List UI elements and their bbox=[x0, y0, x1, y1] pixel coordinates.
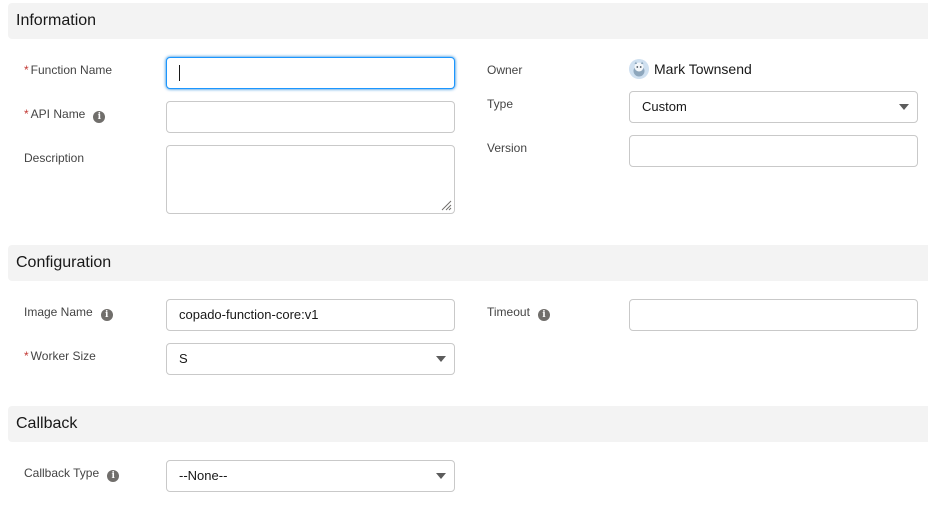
resize-handle-icon[interactable] bbox=[440, 199, 452, 211]
section-title-configuration: Configuration bbox=[16, 254, 112, 271]
version-input[interactable] bbox=[629, 135, 918, 167]
description-textarea[interactable] bbox=[166, 145, 455, 214]
description-label: Description bbox=[24, 151, 85, 165]
info-icon[interactable]: i bbox=[107, 470, 120, 482]
type-select[interactable]: Custom bbox=[629, 91, 918, 123]
function-name-input[interactable] bbox=[166, 57, 455, 89]
user-avatar-icon bbox=[629, 59, 649, 79]
image-name-label: Image Name i bbox=[24, 304, 113, 321]
function-edit-form: Information * Function Name * API Name i De… bbox=[0, 0, 928, 508]
section-header-callback: Callback bbox=[8, 406, 928, 442]
section-title-callback: Callback bbox=[16, 415, 78, 432]
owner-label: Owner bbox=[487, 63, 523, 77]
image-name-input[interactable]: copado-function-core:v1 bbox=[166, 299, 455, 331]
chevron-down-icon bbox=[436, 356, 446, 362]
required-marker: * bbox=[24, 107, 29, 121]
info-icon[interactable]: i bbox=[100, 309, 113, 321]
info-icon[interactable]: i bbox=[537, 309, 550, 321]
worker-size-label: * Worker Size bbox=[24, 349, 96, 363]
owner-name-link[interactable]: Mark Townsend bbox=[654, 61, 752, 77]
info-icon[interactable]: i bbox=[93, 111, 106, 123]
section-title-information: Information bbox=[16, 12, 97, 29]
timeout-label: Timeout i bbox=[487, 304, 550, 321]
text-cursor bbox=[179, 65, 180, 81]
version-label: Version bbox=[487, 141, 528, 155]
chevron-down-icon bbox=[899, 104, 909, 110]
function-name-label: * Function Name bbox=[24, 63, 113, 77]
api-name-input[interactable] bbox=[166, 101, 455, 133]
timeout-input[interactable] bbox=[629, 299, 918, 331]
required-marker: * bbox=[24, 63, 29, 77]
required-marker: * bbox=[24, 349, 29, 363]
type-label: Type bbox=[487, 97, 514, 111]
section-header-configuration: Configuration bbox=[8, 245, 928, 281]
worker-size-select[interactable]: S bbox=[166, 343, 455, 375]
callback-type-select[interactable]: --None-- bbox=[166, 460, 455, 492]
callback-type-label: Callback Type i bbox=[24, 465, 120, 482]
chevron-down-icon bbox=[436, 473, 446, 479]
owner-value[interactable]: Mark Townsend bbox=[629, 58, 752, 80]
api-name-label: * API Name i bbox=[24, 106, 106, 123]
section-header-information: Information bbox=[8, 3, 928, 39]
